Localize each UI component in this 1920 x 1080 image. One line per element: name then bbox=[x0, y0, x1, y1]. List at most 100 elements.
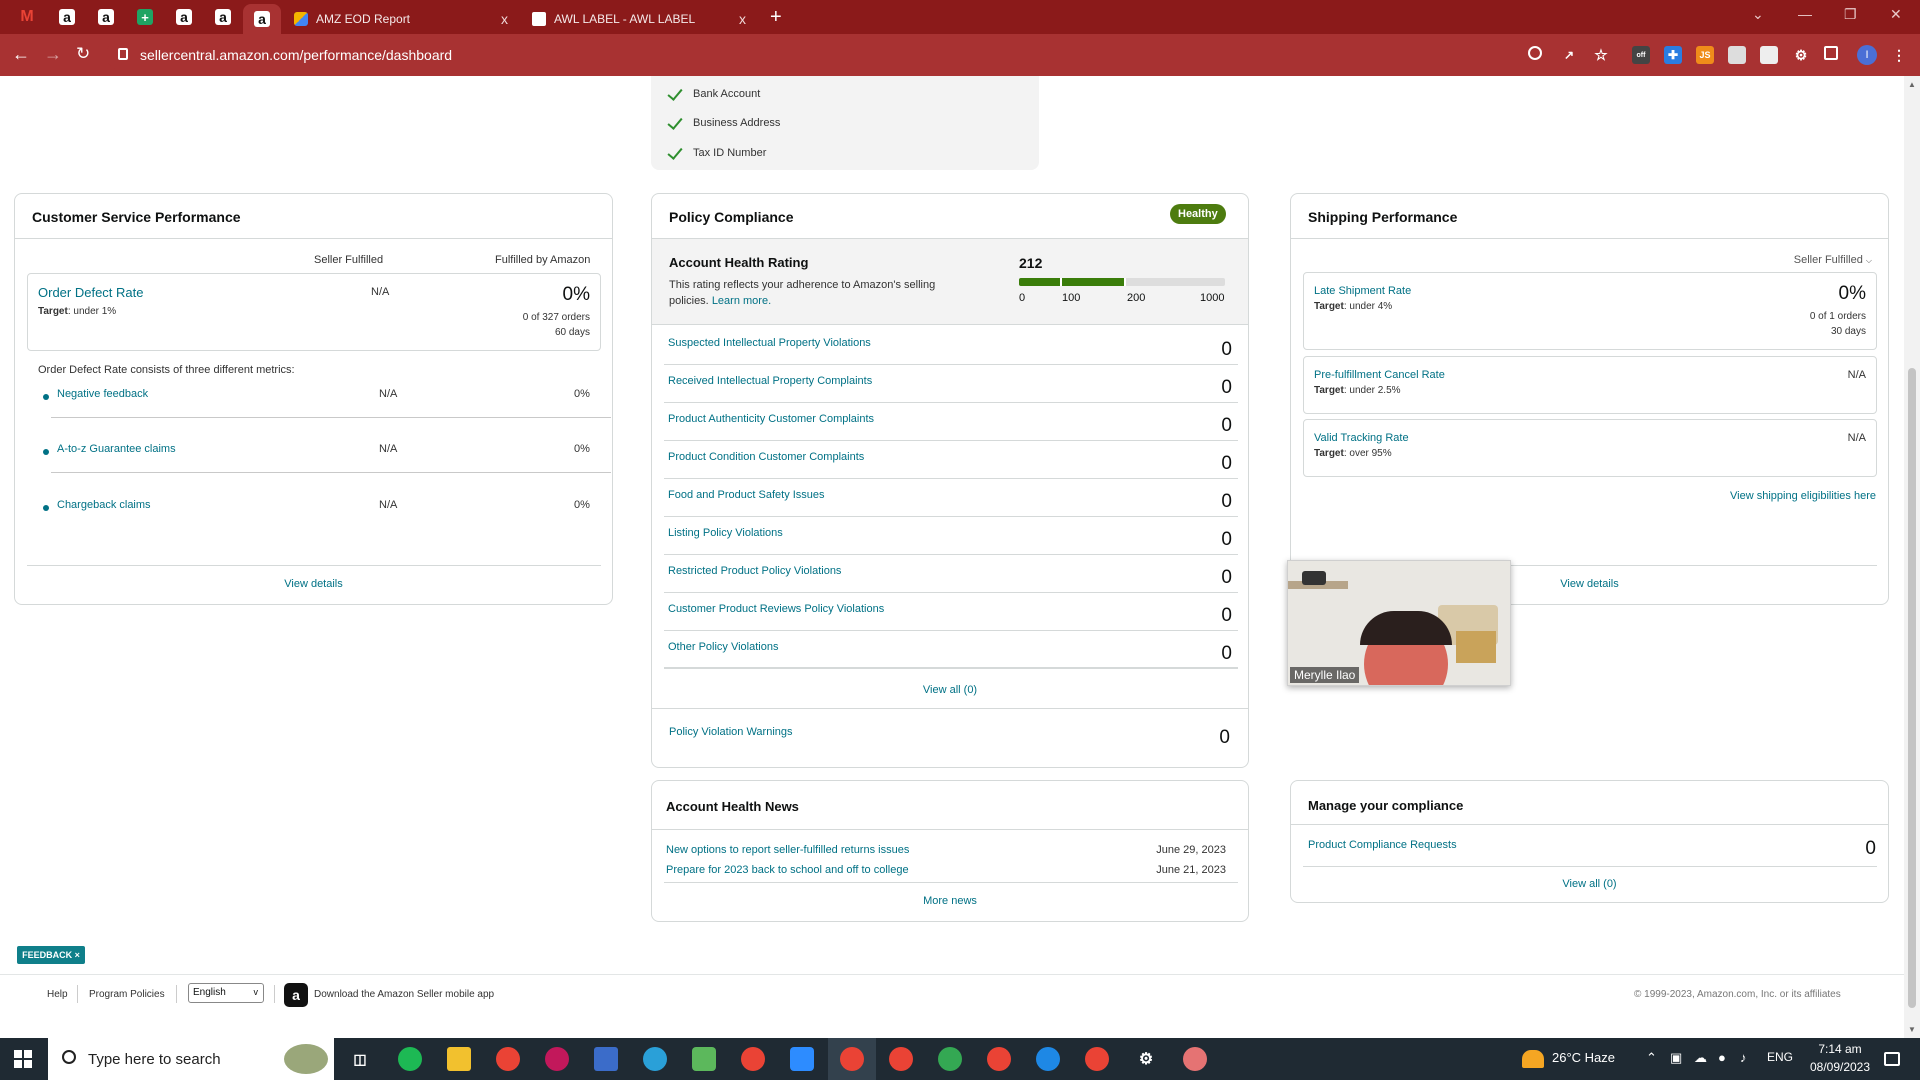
more-news-link[interactable]: More news bbox=[652, 895, 1248, 907]
calculator-icon[interactable] bbox=[594, 1047, 618, 1071]
weather-text[interactable]: 26°C Haze bbox=[1552, 1050, 1615, 1065]
telegram-icon[interactable] bbox=[643, 1047, 667, 1071]
policy-row-link[interactable]: Other Policy Violations bbox=[668, 641, 778, 653]
news-link[interactable]: New options to report seller-fulfilled r… bbox=[666, 844, 909, 856]
close-window-icon[interactable]: ✕ bbox=[1890, 6, 1902, 23]
learn-more-link[interactable]: Learn more. bbox=[712, 295, 771, 307]
onedrive-icon[interactable]: ☁ bbox=[1694, 1050, 1707, 1066]
minimize-icon[interactable]: — bbox=[1798, 6, 1812, 22]
pinned-tab-gmail[interactable]: M bbox=[8, 4, 46, 30]
menu-kebab-icon[interactable]: ⋮ bbox=[1890, 46, 1908, 64]
close-icon[interactable]: × bbox=[75, 950, 80, 960]
restore-icon[interactable]: ❐ bbox=[1844, 6, 1857, 23]
reload-icon[interactable]: ↻ bbox=[76, 44, 90, 64]
pinned-tab-amazon[interactable]: a bbox=[165, 4, 203, 30]
taskbar-search[interactable]: Type here to search bbox=[48, 1038, 334, 1080]
tab-search-icon[interactable]: ⌄ bbox=[1752, 6, 1764, 23]
app-icon[interactable] bbox=[545, 1047, 569, 1071]
language-indicator[interactable]: ENG bbox=[1767, 1050, 1793, 1064]
valid-tracking-link[interactable]: Valid Tracking Rate bbox=[1314, 432, 1409, 444]
pinned-tab-amazon[interactable]: a bbox=[204, 4, 242, 30]
view-all-link[interactable]: View all (0) bbox=[652, 684, 1248, 696]
shipping-eligibility-link[interactable]: View shipping eligibilities here bbox=[1730, 490, 1876, 502]
policy-row-link[interactable]: Food and Product Safety Issues bbox=[668, 489, 825, 501]
tab-awl-label[interactable]: AWL LABEL - AWL LABEL x bbox=[522, 4, 756, 34]
chrome-icon[interactable] bbox=[938, 1047, 962, 1071]
back-icon[interactable]: ← bbox=[12, 44, 30, 65]
chrome-icon[interactable] bbox=[1085, 1047, 1109, 1071]
task-view-icon[interactable]: ◫ bbox=[348, 1047, 372, 1071]
metric-link[interactable]: Chargeback claims bbox=[57, 499, 151, 511]
extension-off-icon[interactable]: off bbox=[1632, 46, 1650, 64]
js-extension-icon[interactable]: JS bbox=[1696, 46, 1714, 64]
webcam-overlay[interactable]: Merylle Ilao bbox=[1287, 560, 1511, 686]
volume-icon[interactable]: ♪ bbox=[1740, 1050, 1747, 1065]
view-all-link[interactable]: View all (0) bbox=[1291, 878, 1888, 890]
policy-row-link[interactable]: Customer Product Reviews Policy Violatio… bbox=[668, 603, 884, 615]
edge-icon[interactable] bbox=[1036, 1047, 1060, 1071]
share-icon[interactable]: ↗ bbox=[1560, 46, 1578, 64]
notification-icon[interactable] bbox=[1884, 1052, 1900, 1066]
close-icon[interactable]: x bbox=[501, 11, 508, 27]
upwork-icon[interactable] bbox=[692, 1047, 716, 1071]
chrome-icon[interactable] bbox=[840, 1047, 864, 1071]
news-link[interactable]: Prepare for 2023 back to school and off … bbox=[666, 864, 909, 876]
metric-link[interactable]: A-to-z Guarantee claims bbox=[57, 443, 176, 455]
policy-row-link[interactable]: Suspected Intellectual Property Violatio… bbox=[668, 337, 871, 349]
pinned-tab-sheets[interactable]: + bbox=[126, 4, 164, 30]
pinned-tab-amazon-active[interactable]: a bbox=[243, 4, 281, 34]
chrome-icon[interactable] bbox=[496, 1047, 520, 1071]
view-details-link[interactable]: View details bbox=[15, 578, 612, 590]
new-tab-button[interactable]: + bbox=[770, 6, 782, 29]
compliance-requests-link[interactable]: Product Compliance Requests bbox=[1308, 839, 1457, 851]
profile-avatar[interactable]: I bbox=[1857, 45, 1877, 65]
chrome-icon[interactable] bbox=[741, 1047, 765, 1071]
tray-chevron-icon[interactable]: ⌃ bbox=[1646, 1050, 1657, 1066]
scroll-up-icon[interactable]: ▲ bbox=[1908, 80, 1916, 89]
metric-link[interactable]: Negative feedback bbox=[57, 388, 148, 400]
download-app-link[interactable]: Download the Amazon Seller mobile app bbox=[314, 989, 494, 1000]
page-scrollbar[interactable]: ▲ ▼ bbox=[1904, 76, 1920, 1038]
scroll-down-icon[interactable]: ▼ bbox=[1908, 1025, 1916, 1034]
forward-icon[interactable]: → bbox=[44, 44, 62, 65]
clock-date[interactable]: 08/09/2023 bbox=[1806, 1060, 1874, 1074]
policy-row-link[interactable]: Received Intellectual Property Complaint… bbox=[668, 375, 872, 387]
policy-row-link[interactable]: Listing Policy Violations bbox=[668, 527, 783, 539]
scrollbar-thumb[interactable] bbox=[1908, 368, 1916, 1008]
extension-puzzle-blue-icon[interactable]: ✚ bbox=[1664, 46, 1682, 64]
address-bar[interactable]: sellercentral.amazon.com/performance/das… bbox=[106, 40, 1606, 70]
help-link[interactable]: Help bbox=[47, 989, 68, 1000]
close-icon[interactable]: x bbox=[739, 11, 746, 27]
extension-icon[interactable] bbox=[1728, 46, 1746, 64]
file-explorer-icon[interactable] bbox=[447, 1047, 471, 1071]
program-policies-link[interactable]: Program Policies bbox=[89, 989, 165, 1000]
settings-icon[interactable]: ⚙ bbox=[1134, 1047, 1158, 1071]
zoom-icon[interactable] bbox=[1528, 46, 1542, 60]
side-panel-icon[interactable] bbox=[1824, 46, 1838, 60]
tray-app-icon[interactable]: ▣ bbox=[1670, 1050, 1682, 1066]
extension-icon[interactable] bbox=[1760, 46, 1778, 64]
pinned-tab-amazon[interactable]: a bbox=[48, 4, 86, 30]
policy-warnings-link[interactable]: Policy Violation Warnings bbox=[669, 726, 793, 738]
bookmark-star-icon[interactable]: ☆ bbox=[1592, 46, 1610, 64]
zoom-app-icon[interactable] bbox=[790, 1047, 814, 1071]
policy-row-link[interactable]: Product Condition Customer Complaints bbox=[668, 451, 864, 463]
chrome-icon[interactable] bbox=[889, 1047, 913, 1071]
language-select[interactable]: English bbox=[188, 983, 264, 1003]
tab-amz-eod-report[interactable]: AMZ EOD Report x bbox=[284, 4, 518, 34]
microphone-icon[interactable]: ● bbox=[1718, 1050, 1726, 1065]
chrome-icon[interactable] bbox=[987, 1047, 1011, 1071]
extensions-puzzle-icon[interactable]: ⚙ bbox=[1792, 46, 1810, 64]
policy-row-link[interactable]: Product Authenticity Customer Complaints bbox=[668, 413, 874, 425]
feedback-button[interactable]: FEEDBACK × bbox=[17, 946, 85, 964]
app-icon[interactable] bbox=[1183, 1047, 1207, 1071]
pinned-tab-amazon[interactable]: a bbox=[87, 4, 125, 30]
odr-link[interactable]: Order Defect Rate bbox=[38, 285, 144, 300]
fulfillment-filter-dropdown[interactable]: Seller Fulfilled ⌵ bbox=[1794, 254, 1872, 266]
cancel-rate-link[interactable]: Pre-fulfillment Cancel Rate bbox=[1314, 369, 1445, 381]
spotify-icon[interactable] bbox=[398, 1047, 422, 1071]
late-shipment-link[interactable]: Late Shipment Rate bbox=[1314, 285, 1411, 297]
clock-time[interactable]: 7:14 am bbox=[1810, 1042, 1870, 1056]
policy-row-link[interactable]: Restricted Product Policy Violations bbox=[668, 565, 841, 577]
windows-start-icon[interactable] bbox=[14, 1050, 32, 1068]
